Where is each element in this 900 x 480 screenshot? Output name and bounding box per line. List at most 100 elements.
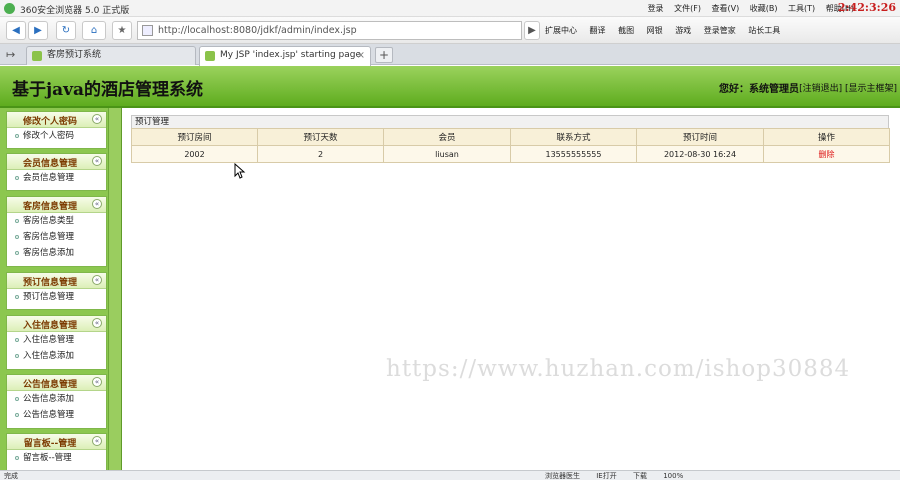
bullet-icon [15, 176, 19, 180]
menu-group-rooms: 客房信息管理 « 客房信息类型 客房信息管理 客房信息添加 [6, 196, 107, 267]
tab-hotel-booking[interactable]: 客房预订系统 [26, 46, 196, 65]
bullet-icon [15, 251, 19, 255]
menu-group-header[interactable]: 会员信息管理 « [7, 154, 106, 170]
browser-tab-bar: ↦ 客房预订系统 My JSP 'index.jsp' starting pag… [0, 44, 900, 66]
sidebar-item-notice-add[interactable]: 公告信息添加 [7, 391, 106, 407]
forward-arrow-icon[interactable]: ▶ [28, 21, 48, 40]
tab-favicon-icon [32, 51, 42, 61]
toolbar-login-manager[interactable]: 登录管家 [704, 26, 736, 35]
status-tools: 浏览器医生 IE打开 下载 100% [545, 471, 697, 480]
sidebar-item-room-management[interactable]: 客房信息管理 [7, 229, 106, 245]
status-download[interactable]: 下载 [633, 472, 647, 480]
bullet-icon [15, 397, 19, 401]
bullet-icon [15, 354, 19, 358]
sidebar-item-checkin-add[interactable]: 入住信息添加 [7, 348, 106, 364]
menu-group-header[interactable]: 入住信息管理 « [7, 316, 106, 332]
sidebar-toggle-icon[interactable]: ↦ [6, 48, 15, 61]
tab-index-jsp[interactable]: My JSP 'index.jsp' starting page × [199, 46, 371, 66]
delete-link[interactable]: 删除 [763, 145, 890, 163]
sidebar-item-notice-management[interactable]: 公告信息管理 [7, 407, 106, 423]
status-text: 完成 [4, 472, 18, 480]
status-browser-doctor[interactable]: 浏览器医生 [545, 472, 580, 480]
toolbar-translate[interactable]: 翻译 [590, 26, 606, 35]
sidebar-item-booking-management[interactable]: 预订信息管理 [7, 289, 106, 305]
toolbar-extensions[interactable]: 扩展中心 [545, 26, 577, 35]
bullet-icon [15, 134, 19, 138]
collapse-icon[interactable]: « [92, 114, 102, 124]
address-bar[interactable]: http://localhost:8080/jdkf/admin/index.j… [137, 21, 522, 40]
page-title: 基于java的酒店管理系统 [12, 80, 204, 100]
watermark-text: https://www.huzhan.com/ishop30884 [386, 356, 851, 382]
browser-menu: 登录 文件(F) 查看(V) 收藏(B) 工具(T) 帮助(H) [640, 3, 854, 14]
bullet-icon [15, 413, 19, 417]
back-arrow-icon[interactable]: ◀ [6, 21, 26, 40]
mouse-pointer-icon [234, 163, 246, 179]
menu-file[interactable]: 文件(F) [674, 4, 701, 13]
menu-login[interactable]: 登录 [648, 4, 664, 13]
toolbar-games[interactable]: 游戏 [675, 26, 691, 35]
column-header-phone: 联系方式 [510, 128, 637, 146]
menu-group-header[interactable]: 预订信息管理 « [7, 273, 106, 289]
column-header-days: 预订天数 [257, 128, 384, 146]
bullet-icon [15, 295, 19, 299]
collapse-icon[interactable]: « [92, 436, 102, 446]
bullet-icon [15, 235, 19, 239]
column-header-action: 操作 [763, 128, 890, 146]
column-header-time: 预订时间 [636, 128, 764, 146]
collapse-icon[interactable]: « [92, 275, 102, 285]
menu-group-header[interactable]: 公告信息管理 « [7, 375, 106, 391]
sidebar-item-room-add[interactable]: 客房信息添加 [7, 245, 106, 261]
menu-tools[interactable]: 工具(T) [788, 4, 815, 13]
menu-group-header[interactable]: 修改个人密码 « [7, 112, 106, 128]
menu-group-password: 修改个人密码 « 修改个人密码 [6, 111, 107, 149]
toolbar-webmaster[interactable]: 站长工具 [748, 26, 780, 35]
address-url[interactable]: http://localhost:8080/jdkf/admin/index.j… [158, 25, 357, 36]
collapse-icon[interactable]: « [92, 318, 102, 328]
menu-group-header[interactable]: 客房信息管理 « [7, 197, 106, 213]
toolbar-screenshot[interactable]: 截图 [618, 26, 634, 35]
browser-status-bar: 完成 浏览器医生 IE打开 下载 100% [0, 470, 900, 480]
sidebar-item-room-types[interactable]: 客房信息类型 [7, 213, 106, 229]
menu-favorites[interactable]: 收藏(B) [750, 4, 778, 13]
home-icon[interactable]: ⌂ [82, 21, 106, 40]
new-tab-button[interactable]: + [375, 47, 393, 63]
column-header-room: 预订房间 [131, 128, 258, 146]
table-row: 2002 2 liusan 13555555555 2012-08-30 16:… [131, 145, 890, 163]
tab-label: 客房预订系统 [47, 50, 102, 60]
sidebar-item-change-password[interactable]: 修改个人密码 [7, 128, 106, 144]
refresh-icon[interactable]: ↻ [56, 21, 76, 40]
sidebar-item-guestbook-management[interactable]: 留言板--管理 [7, 450, 106, 466]
collapse-icon[interactable]: « [92, 377, 102, 387]
cell-time: 2012-08-30 16:24 [636, 145, 764, 163]
collapse-icon[interactable]: « [92, 156, 102, 166]
menu-group-members: 会员信息管理 « 会员信息管理 [6, 153, 107, 191]
browser-logo-icon [4, 3, 15, 14]
browser-window-title: 360安全浏览器 5.0 正式版 [20, 6, 130, 16]
cell-days: 2 [257, 145, 384, 163]
clock-overlay: 2:42:3:26 [837, 1, 896, 14]
browser-title-bar: 360安全浏览器 5.0 正式版 登录 文件(F) 查看(V) 收藏(B) 工具… [0, 0, 900, 17]
menu-group-header[interactable]: 留言板--管理 « [7, 434, 106, 450]
menu-group-checkin: 入住信息管理 « 入住信息管理 入住信息添加 [6, 315, 107, 370]
status-zoom[interactable]: 100% [663, 472, 683, 480]
booking-table: 预订房间 预订天数 会员 联系方式 预订时间 操作 2002 2 liusan … [131, 128, 890, 163]
star-icon[interactable]: ★ [112, 21, 132, 40]
menu-view[interactable]: 查看(V) [712, 4, 740, 13]
sidebar-item-member-management[interactable]: 会员信息管理 [7, 170, 106, 186]
sidebar-item-checkin-management[interactable]: 入住信息管理 [7, 332, 106, 348]
show-main-frame-link[interactable]: [显示主框架] [845, 84, 897, 94]
tab-label: My JSP 'index.jsp' starting page [220, 50, 362, 60]
menu-group-notices: 公告信息管理 « 公告信息添加 公告信息管理 [6, 374, 107, 429]
logout-link[interactable]: [注销退出] [799, 84, 842, 94]
collapse-icon[interactable]: « [92, 199, 102, 209]
status-ie-open[interactable]: IE打开 [596, 472, 617, 480]
go-icon[interactable]: ▶ [524, 21, 540, 40]
tab-favicon-icon [205, 51, 215, 61]
app-header: 基于java的酒店管理系统 您好：系统管理员 [注销退出] [显示主框架] [0, 66, 900, 108]
browser-toolbar: 扩展中心 翻译 截图 网银 游戏 登录管家 站长工具 [545, 25, 790, 36]
sidebar-scrollbar[interactable] [108, 108, 121, 470]
panel-title: 预订管理 [131, 115, 889, 128]
menu-group-bookings: 预订信息管理 « 预订信息管理 [6, 272, 107, 310]
close-icon[interactable]: × [357, 47, 365, 64]
toolbar-banking[interactable]: 网银 [647, 26, 663, 35]
